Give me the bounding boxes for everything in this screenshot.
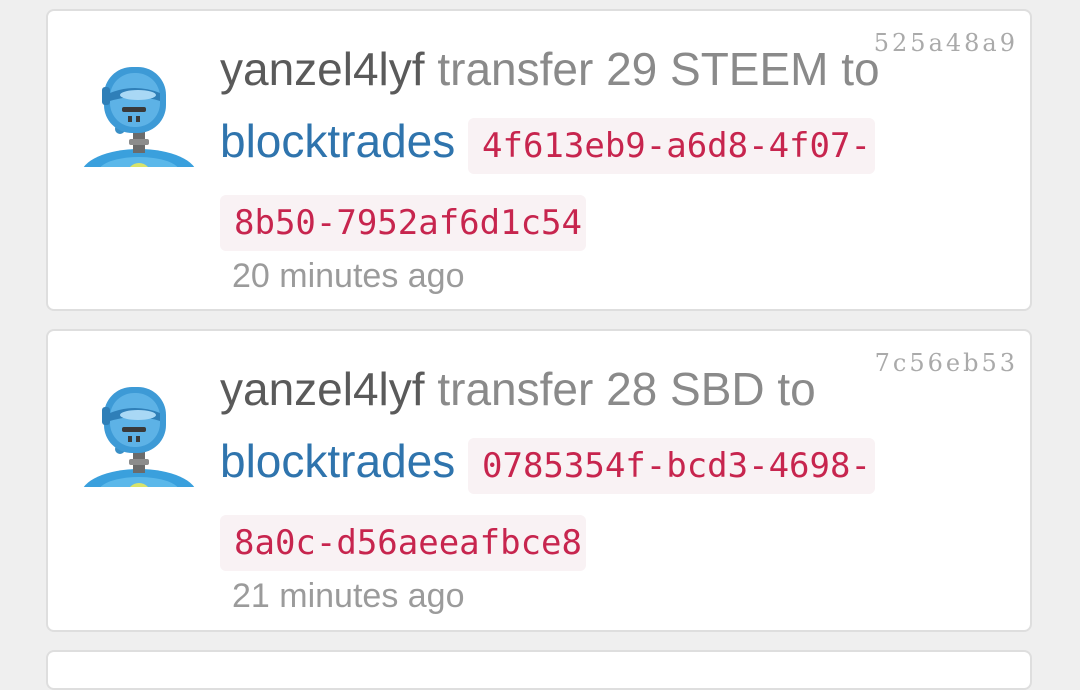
user-link[interactable]: yanzel4lyf <box>220 363 425 415</box>
timestamp[interactable]: 20 minutes ago <box>232 257 465 296</box>
activity-card: 525a48a9 yanzel4lyf transfer 29 STEEM to… <box>46 9 1032 311</box>
robot-avatar-icon[interactable] <box>80 383 198 487</box>
activity-text: yanzel4lyf transfer 29 STEEM to blocktra… <box>220 33 960 259</box>
user-link[interactable]: yanzel4lyf <box>220 43 425 95</box>
activity-card-partial <box>46 650 1032 690</box>
activity-card: 7c56eb53 yanzel4lyf transfer 28 SBD to b… <box>46 329 1032 632</box>
action-text: transfer 28 SBD to <box>424 363 816 415</box>
timestamp[interactable]: 21 minutes ago <box>232 577 465 616</box>
activity-text: yanzel4lyf transfer 28 SBD to blocktrade… <box>220 353 960 579</box>
action-text: transfer 29 STEEM to <box>424 43 880 95</box>
recipient-link[interactable]: blocktrades <box>220 115 455 167</box>
recipient-link[interactable]: blocktrades <box>220 435 455 487</box>
robot-avatar-icon[interactable] <box>80 63 198 167</box>
